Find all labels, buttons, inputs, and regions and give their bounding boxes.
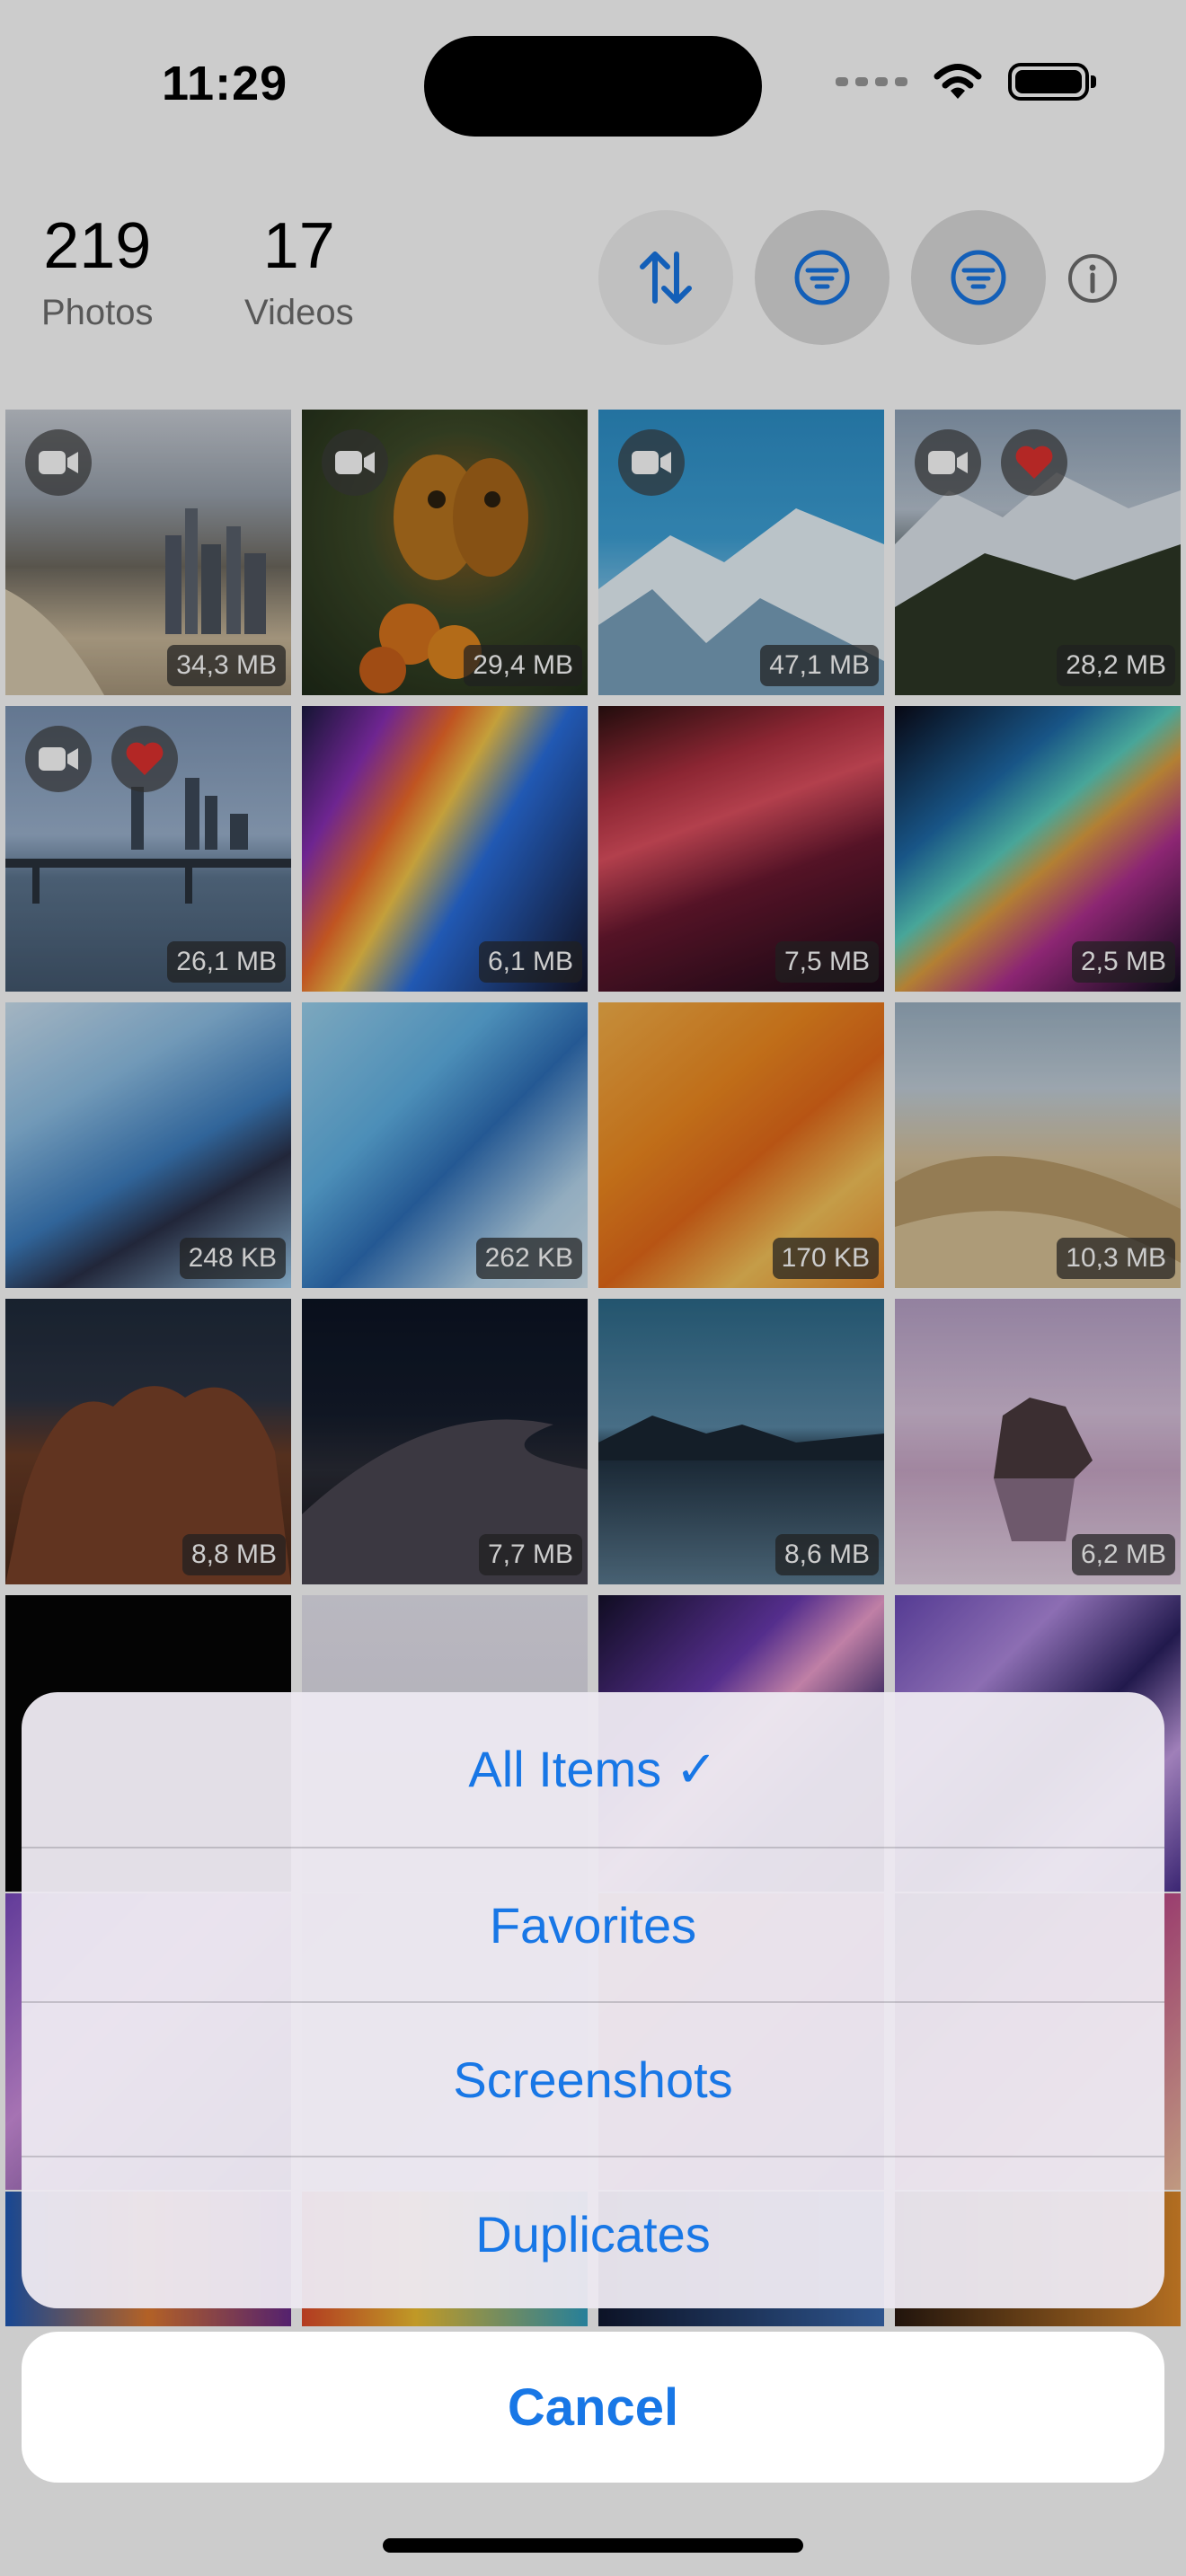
sheet-item-all-items[interactable]: All Items ✓ bbox=[22, 1692, 1164, 1847]
sheet-item-favorites[interactable]: Favorites bbox=[22, 1847, 1164, 2001]
sheet-item-screenshots[interactable]: Screenshots bbox=[22, 2001, 1164, 2156]
cancel-button[interactable]: Cancel bbox=[22, 2332, 1164, 2483]
sheet-item-duplicates[interactable]: Duplicates bbox=[22, 2156, 1164, 2308]
home-indicator[interactable] bbox=[383, 2538, 803, 2553]
filter-action-sheet: All Items ✓ Favorites Screenshots Duplic… bbox=[22, 1692, 1164, 2308]
